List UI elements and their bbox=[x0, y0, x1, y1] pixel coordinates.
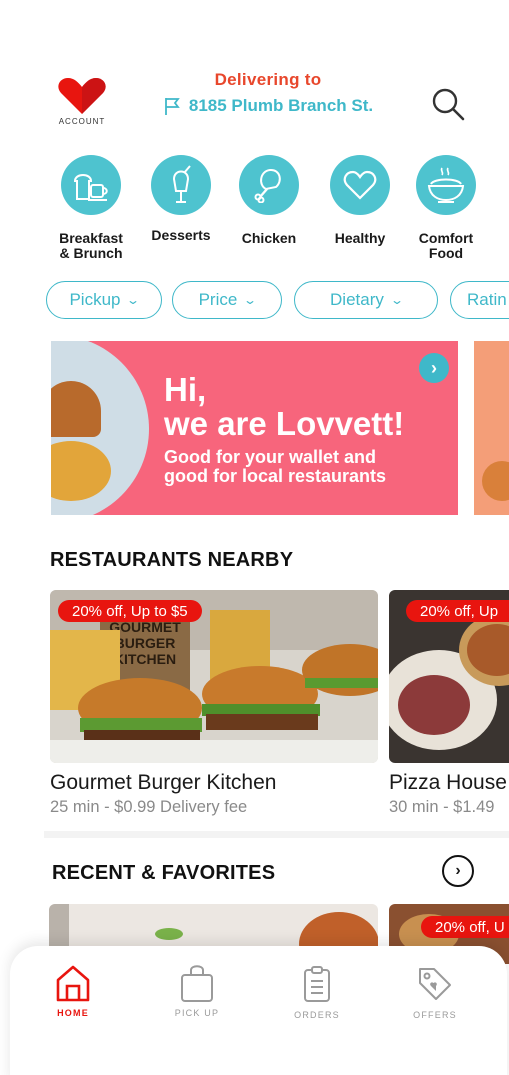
bread-coffee-icon bbox=[73, 174, 108, 201]
ice-cream-icon bbox=[172, 165, 191, 203]
category-healthy[interactable]: Healthy bbox=[315, 155, 405, 246]
nav-label: HOME bbox=[57, 1008, 89, 1018]
nav-pickup[interactable]: PICK UP bbox=[152, 962, 242, 1018]
chicken-leg-icon bbox=[254, 168, 281, 203]
tag-icon bbox=[419, 968, 451, 1000]
restaurant-name[interactable]: Gourmet Burger Kitchen bbox=[50, 771, 276, 795]
discount-badge: 20% off, U bbox=[421, 916, 509, 938]
banner-headline: Hi, we are Lovvett! bbox=[164, 371, 405, 442]
filter-dietary[interactable]: Dietary ⌄ bbox=[294, 281, 438, 319]
chevron-down-icon: ⌄ bbox=[389, 293, 404, 307]
category-comfort-food[interactable]: Comfort Food bbox=[401, 155, 491, 261]
promo-banner[interactable]: Hi, we are Lovvett! Good for your wallet … bbox=[51, 341, 458, 515]
svg-text:KITCHEN: KITCHEN bbox=[114, 651, 176, 667]
section-title-recent: RECENT & FAVORITES bbox=[52, 862, 276, 884]
account-logo[interactable]: ACCOUNT bbox=[54, 78, 110, 130]
discount-badge: 20% off, Up to $5 bbox=[58, 600, 202, 622]
restaurant-name[interactable]: Pizza House bbox=[389, 771, 507, 795]
section-title-nearby: RESTAURANTS NEARBY bbox=[50, 549, 294, 571]
nav-label: PICK UP bbox=[174, 1008, 220, 1018]
category-label: Chicken bbox=[241, 230, 297, 246]
banner-subtitle: Good for your wallet and good for local r… bbox=[164, 447, 387, 486]
account-label: ACCOUNT bbox=[58, 117, 106, 126]
nav-label: OFFERS bbox=[413, 1010, 457, 1020]
heart-icon bbox=[343, 170, 377, 200]
svg-text:BURGER: BURGER bbox=[115, 635, 176, 651]
flag-icon bbox=[164, 98, 180, 115]
category-chicken[interactable]: Chicken bbox=[224, 155, 314, 246]
filter-pickup[interactable]: Pickup ⌄ bbox=[46, 281, 162, 319]
see-all-button[interactable]: › bbox=[442, 855, 474, 887]
category-label: Comfort Food bbox=[418, 230, 474, 261]
category-label: Breakfast & Brunch bbox=[59, 230, 123, 261]
chevron-right-icon: › bbox=[455, 862, 461, 879]
home-icon bbox=[56, 965, 90, 1002]
category-label: Desserts bbox=[151, 227, 211, 243]
section-divider bbox=[44, 831, 509, 838]
category-label: Healthy bbox=[334, 230, 386, 246]
filter-price[interactable]: Price ⌄ bbox=[172, 281, 282, 319]
bowl-icon bbox=[427, 167, 465, 203]
nav-orders[interactable]: ORDERS bbox=[272, 962, 362, 1020]
promo-banner-next[interactable] bbox=[474, 341, 509, 515]
chevron-right-icon[interactable]: › bbox=[419, 353, 449, 383]
nav-home[interactable]: HOME bbox=[28, 962, 118, 1018]
category-desserts[interactable]: Desserts bbox=[136, 155, 226, 243]
discount-badge: 20% off, Up bbox=[406, 600, 509, 622]
category-breakfast[interactable]: Breakfast & Brunch bbox=[46, 155, 136, 261]
delivering-to-label: Delivering to bbox=[214, 70, 322, 89]
filter-rating[interactable]: Ratin bbox=[450, 281, 509, 319]
restaurant-meta: 25 min - $0.99 Delivery fee bbox=[50, 798, 248, 816]
nav-offers[interactable]: OFFERS bbox=[390, 962, 480, 1020]
heart-logo-icon bbox=[58, 78, 106, 114]
nav-label: ORDERS bbox=[294, 1010, 340, 1020]
address-text: 8185 Plumb Branch St. bbox=[188, 96, 374, 115]
clipboard-icon bbox=[304, 966, 330, 1002]
chevron-down-icon: ⌄ bbox=[243, 293, 258, 307]
shopping-bag-icon bbox=[181, 965, 213, 1002]
search-icon bbox=[432, 88, 465, 121]
delivery-address[interactable]: Delivering to 8185 Plumb Branch St. bbox=[150, 70, 386, 116]
search-button[interactable] bbox=[430, 86, 466, 122]
chevron-down-icon: ⌄ bbox=[126, 293, 141, 307]
restaurant-meta: 30 min - $1.49 bbox=[389, 798, 495, 816]
